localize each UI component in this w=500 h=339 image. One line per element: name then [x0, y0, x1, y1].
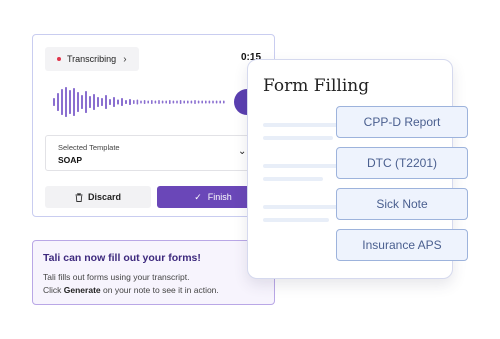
- waveform-bar: [147, 100, 149, 104]
- waveform-bar: [53, 98, 55, 106]
- form-title: Form Filling: [263, 76, 370, 96]
- waveform-bar: [219, 100, 221, 104]
- waveform-bar: [169, 100, 171, 104]
- generate-keyword: Generate: [63, 285, 101, 295]
- waveform-bar: [69, 90, 71, 114]
- waveform-bar: [154, 100, 157, 104]
- form-filling-card: Form Filling CPP-D Report DTC (T2201) Si…: [247, 59, 468, 279]
- waveform-bar: [165, 100, 167, 104]
- template-value: SOAP: [58, 155, 83, 165]
- chevron-right-icon: ›: [123, 53, 127, 65]
- waveform-bar: [81, 95, 83, 109]
- waveform-bar: [151, 100, 153, 104]
- placeholder-line: [263, 177, 323, 181]
- template-label: Selected Template: [58, 143, 120, 152]
- waveform-bar: [194, 100, 196, 104]
- waveform-bar: [201, 100, 203, 104]
- form-option-cpp-d-report[interactable]: CPP-D Report: [336, 106, 468, 138]
- waveform-bar: [183, 100, 185, 104]
- waveform-bar: [125, 100, 127, 104]
- waveform-bar: [61, 89, 63, 115]
- waveform-bar: [176, 100, 178, 104]
- waveform-bar: [158, 100, 160, 104]
- waveform-bar: [208, 100, 211, 104]
- waveform-bar: [121, 98, 123, 106]
- trash-icon: [75, 192, 83, 202]
- waveform-bar: [57, 93, 59, 111]
- waveform-bar: [77, 92, 79, 112]
- waveform-bar: [101, 98, 103, 106]
- form-option-dtc-t2201[interactable]: DTC (T2201): [336, 147, 468, 179]
- form-option-insurance-aps[interactable]: Insurance APS: [336, 229, 468, 261]
- waveform-bar: [109, 99, 111, 105]
- check-icon: ✓: [194, 191, 202, 202]
- waveform-bar: [85, 91, 87, 113]
- waveform-bar: [197, 100, 200, 104]
- waveform-bar: [161, 100, 164, 104]
- waveform-bar: [93, 94, 95, 110]
- waveform-bar: [212, 100, 214, 104]
- waveform-bar: [89, 96, 91, 108]
- waveform-bar: [73, 88, 75, 116]
- placeholder-line: [263, 136, 333, 140]
- waveform-bar: [190, 100, 193, 104]
- waveform-bar: [205, 100, 207, 104]
- waveform-bar: [187, 100, 189, 104]
- chevron-down-icon: ⌄: [238, 146, 247, 157]
- transcribing-status-button[interactable]: Transcribing ›: [45, 47, 139, 71]
- waveform-bar: [129, 99, 131, 105]
- info-banner: Tali can now fill out your forms! Tali f…: [32, 240, 275, 305]
- waveform-bar: [113, 97, 115, 107]
- waveform-bar: [97, 97, 99, 107]
- waveform-bar: [136, 99, 139, 105]
- info-title: Tali can now fill out your forms!: [43, 252, 201, 264]
- waveform-bar: [172, 100, 175, 104]
- waveform-bar: [179, 100, 182, 104]
- recording-dot-icon: [57, 57, 61, 61]
- placeholder-line: [263, 218, 329, 222]
- waveform-bar: [117, 99, 119, 105]
- info-line-1: Tali fills out forms using your transcri…: [43, 272, 190, 282]
- waveform-bar: [65, 87, 67, 117]
- finish-label: Finish: [207, 192, 232, 202]
- discard-button[interactable]: Discard: [45, 186, 151, 208]
- status-label: Transcribing: [67, 54, 117, 64]
- audio-waveform: [53, 87, 225, 117]
- waveform-bar: [105, 95, 107, 109]
- template-select[interactable]: Selected Template SOAP ⌄: [45, 135, 263, 171]
- info-line-2: Click Generate on your note to see it in…: [43, 285, 219, 295]
- recorder-card: Transcribing › 0:15 Selected Template SO…: [32, 34, 275, 217]
- discard-label: Discard: [87, 192, 122, 202]
- waveform-bar: [223, 100, 225, 104]
- form-option-sick-note[interactable]: Sick Note: [336, 188, 468, 220]
- waveform-bar: [143, 100, 146, 104]
- waveform-bar: [140, 100, 142, 104]
- waveform-bar: [215, 100, 218, 104]
- waveform-bar: [133, 100, 135, 104]
